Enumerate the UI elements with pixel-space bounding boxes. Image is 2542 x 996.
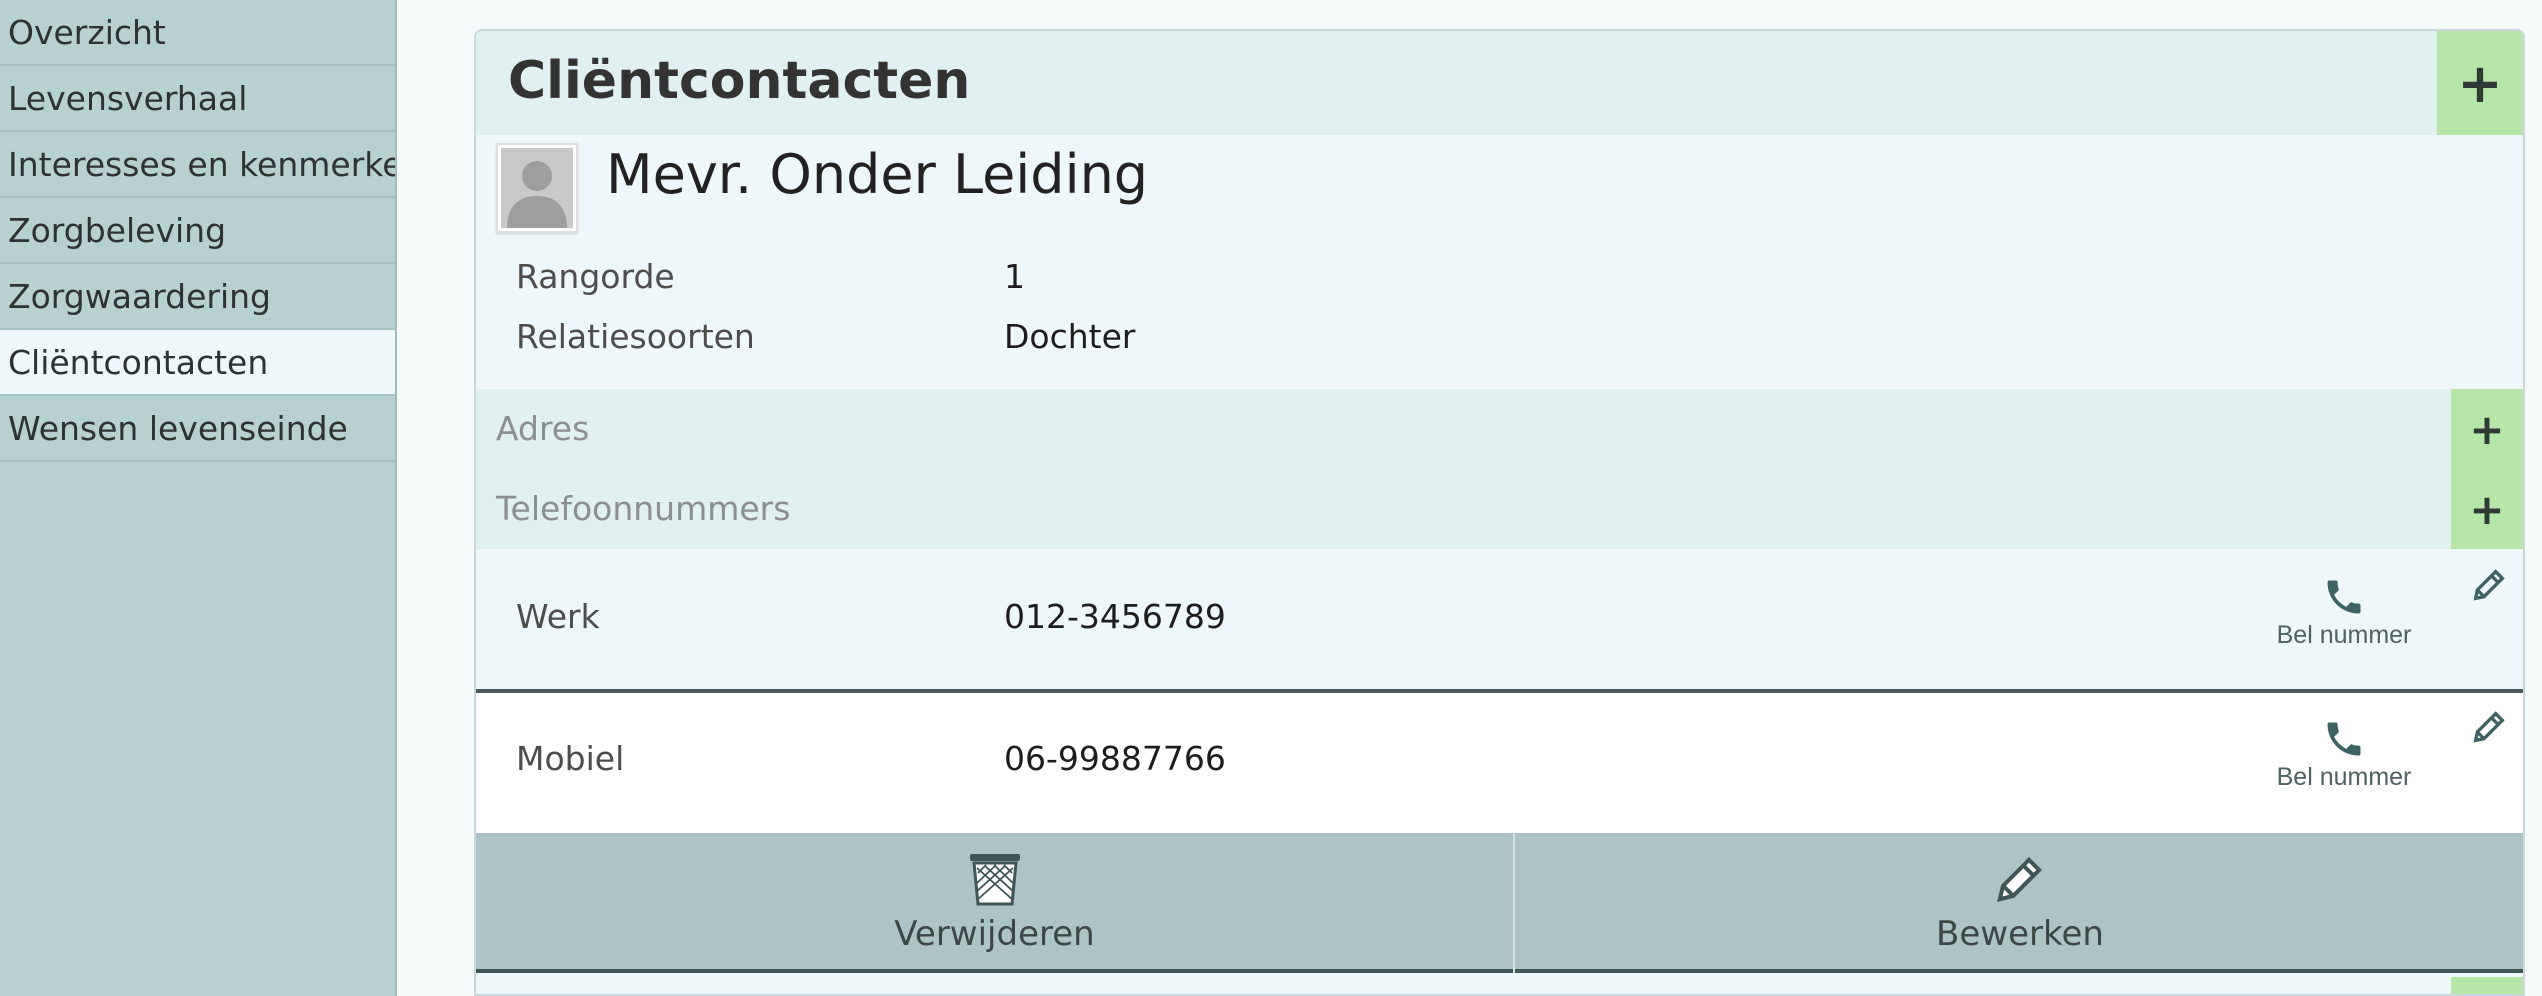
add-contact-button[interactable]: + bbox=[2437, 31, 2523, 135]
sidebar-item-zorgwaardering[interactable]: Zorgwaardering bbox=[0, 264, 395, 330]
avatar bbox=[496, 143, 578, 233]
phone-type: Mobiel bbox=[516, 739, 625, 778]
add-phone-button[interactable]: + bbox=[2451, 469, 2523, 549]
sidebar-nav: Overzicht Levensverhaal Interesses en ke… bbox=[0, 0, 397, 996]
sidebar-item-interesses[interactable]: Interesses en kenmerken bbox=[0, 132, 395, 198]
delete-label: Verwijderen bbox=[894, 914, 1095, 954]
add-address-button[interactable]: + bbox=[2451, 389, 2523, 469]
panel-header: Cliëntcontacten + bbox=[476, 31, 2523, 135]
phone-icon bbox=[2327, 722, 2361, 756]
delete-button[interactable]: Verwijderen bbox=[476, 833, 1515, 973]
plus-icon: + bbox=[2457, 51, 2503, 115]
call-number-button[interactable]: Bel nummer bbox=[2269, 575, 2419, 671]
call-label: Bel nummer bbox=[2276, 763, 2412, 791]
pencil-icon[interactable] bbox=[2469, 707, 2509, 747]
client-contacts-panel: Cliëntcontacten + Mevr. Onder Leiding Ra… bbox=[474, 29, 2525, 996]
contact-name: Mevr. Onder Leiding bbox=[606, 143, 1149, 206]
address-section-label: Adres bbox=[496, 409, 590, 448]
relatiesoorten-value: Dochter bbox=[1004, 317, 1136, 356]
phone-row: Mobiel 06-99887766 Bel nummer bbox=[476, 693, 2523, 833]
plus-icon: + bbox=[2469, 404, 2505, 454]
person-silhouette-icon bbox=[501, 148, 573, 228]
phone-type: Werk bbox=[516, 597, 600, 636]
relatiesoorten-label: Relatiesoorten bbox=[516, 317, 755, 356]
sidebar-item-zorgbeleving[interactable]: Zorgbeleving bbox=[0, 198, 395, 264]
phone-number: 012-3456789 bbox=[1004, 597, 1226, 636]
phone-number: 06-99887766 bbox=[1004, 739, 1226, 778]
sidebar-item-clientcontacten[interactable]: Cliëntcontacten bbox=[0, 330, 395, 396]
address-phone-sections: Adres + Telefoonnummers + bbox=[476, 389, 2523, 549]
edit-button[interactable]: Bewerken bbox=[1517, 833, 2523, 973]
trash-icon bbox=[969, 854, 1020, 906]
panel-title: Cliëntcontacten bbox=[508, 51, 971, 111]
rangorde-value: 1 bbox=[1004, 257, 1025, 296]
sidebar-item-levensverhaal[interactable]: Levensverhaal bbox=[0, 66, 395, 132]
pencil-icon bbox=[1996, 857, 2042, 903]
action-bar: Verwijderen Bewerken bbox=[476, 833, 2523, 973]
next-section-add-button[interactable] bbox=[2451, 977, 2523, 994]
call-label: Bel nummer bbox=[2276, 621, 2412, 649]
rangorde-label: Rangorde bbox=[516, 257, 675, 296]
phone-row: Werk 012-3456789 Bel nummer bbox=[476, 549, 2523, 693]
pencil-icon[interactable] bbox=[2469, 565, 2509, 605]
call-number-button[interactable]: Bel nummer bbox=[2269, 717, 2419, 813]
edit-label: Bewerken bbox=[1936, 914, 2104, 954]
plus-icon: + bbox=[2469, 484, 2505, 534]
sidebar-item-overzicht[interactable]: Overzicht bbox=[0, 0, 395, 66]
sidebar-item-wensen-levenseinde[interactable]: Wensen levenseinde bbox=[0, 396, 395, 462]
phones-section-label: Telefoonnummers bbox=[496, 489, 791, 528]
phone-icon bbox=[2327, 580, 2361, 614]
